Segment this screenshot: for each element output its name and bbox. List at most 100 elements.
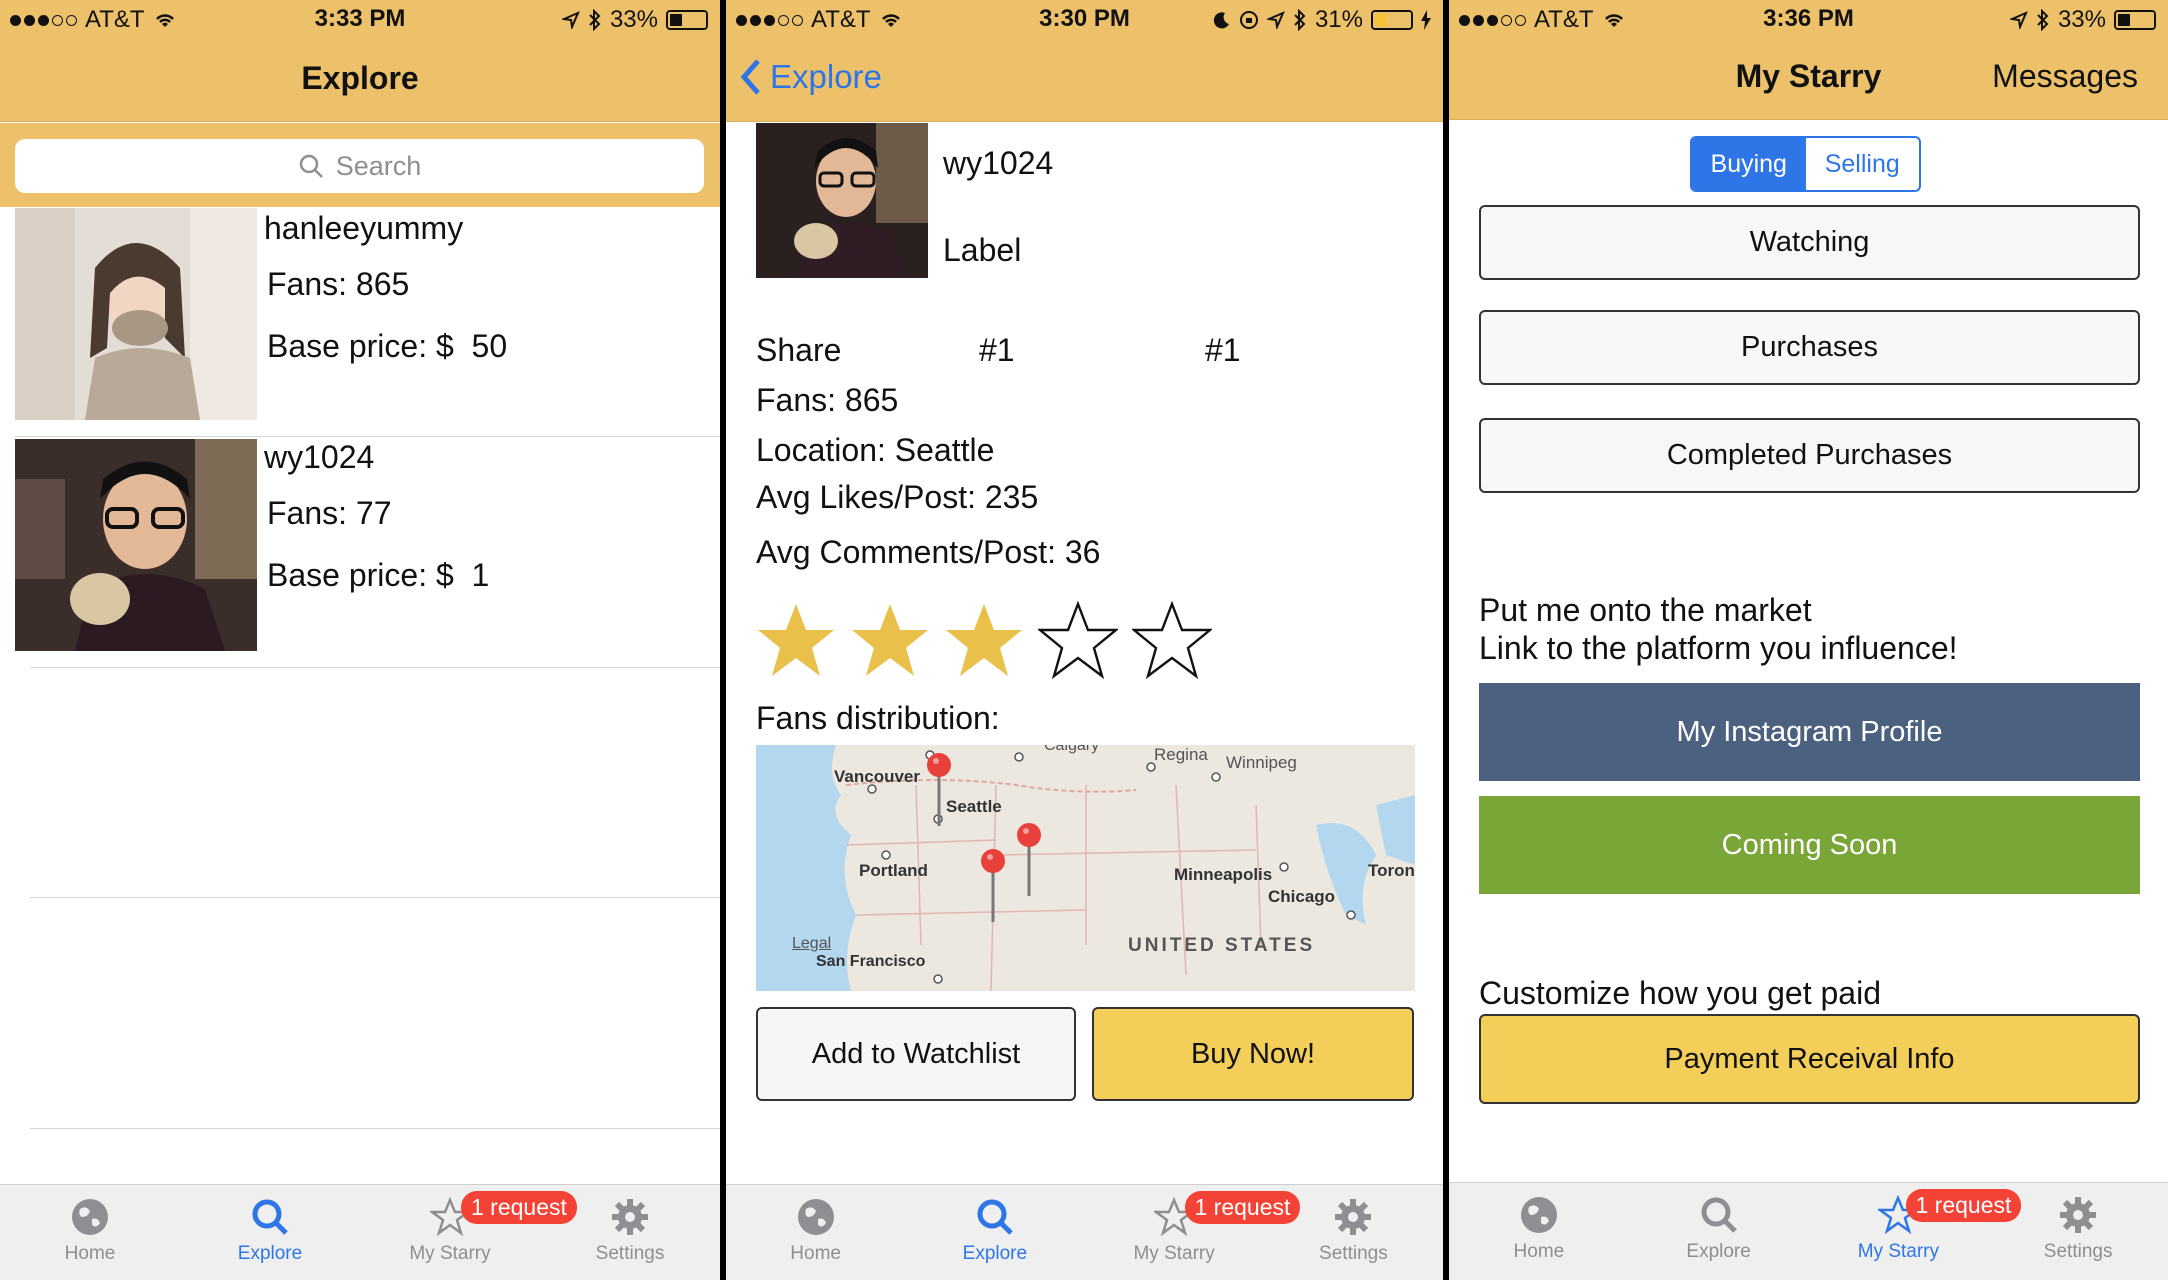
tab-home[interactable]: Home [1449, 1183, 1629, 1280]
page-title: Explore [301, 60, 419, 96]
avg-comments: Avg Comments/Post: 36 [756, 534, 1101, 570]
search-icon [299, 154, 323, 178]
rank-value: #1 [1205, 332, 1241, 368]
moon-icon [1213, 12, 1229, 29]
profile-label: Label [943, 232, 1022, 268]
tab-settings[interactable]: Settings [1264, 1185, 1443, 1280]
tab-label: Settings [595, 1243, 665, 1264]
row-divider [30, 1128, 720, 1129]
username: wy1024 [943, 145, 1054, 181]
map-label: Vancouver [834, 767, 920, 786]
instagram-profile-button[interactable]: My Instagram Profile [1479, 683, 2140, 781]
star-filled-icon[interactable] [944, 600, 1024, 680]
row-divider [30, 897, 720, 898]
coming-soon-button[interactable]: Coming Soon [1479, 796, 2140, 894]
row-divider [30, 667, 720, 668]
purchases-button[interactable]: Purchases [1479, 310, 2140, 385]
market-heading: Put me onto the market [1479, 592, 1812, 628]
username: hanleeyummy [264, 210, 464, 246]
watching-button[interactable]: Watching [1479, 205, 2140, 280]
tab-explore[interactable]: Explore [905, 1185, 1084, 1280]
map-pin-icon [981, 849, 1005, 922]
search-icon [252, 1199, 288, 1235]
tab-settings[interactable]: Settings [540, 1185, 720, 1280]
battery-percent: 31% [1314, 6, 1363, 33]
tab-label: Explore [962, 1243, 1028, 1264]
search-placeholder: Search [335, 150, 422, 181]
messages-button[interactable]: Messages [1992, 58, 2138, 95]
map-pin-icon [927, 753, 951, 826]
tab-label: Settings [2043, 1241, 2113, 1262]
battery-percent: 33% [609, 6, 658, 33]
nav-bar: AT&T 3:36 PM 33% My Starry Messages [1449, 0, 2168, 120]
avg-likes: Avg Likes/Post: 235 [756, 479, 1039, 515]
tab-label: My Starry [1133, 1243, 1215, 1264]
map-country-label: UNITED STATES [1128, 935, 1316, 956]
star-empty-icon[interactable] [1132, 600, 1212, 680]
search-bar: Search [0, 123, 720, 207]
profile-detail-screen: AT&T 3:30 PM 31% Explore wy1024 Label Sh… [726, 0, 1443, 1280]
tab-bar: Home Explore My Starry 1 request Setting… [1449, 1182, 2168, 1280]
search-input[interactable]: Search [15, 139, 704, 193]
map-label: Minneapolis [1174, 865, 1273, 884]
tab-label: Home [1513, 1241, 1565, 1262]
star-empty-icon[interactable] [1038, 600, 1118, 680]
bluetooth-icon [2037, 9, 2049, 31]
status-bar: AT&T 3:36 PM 33% [1449, 0, 2168, 40]
tab-explore[interactable]: Explore [1629, 1183, 1809, 1280]
map-label: Portland [859, 861, 928, 880]
tab-my-starry[interactable]: My Starry 1 request [360, 1185, 577, 1280]
segment-selling[interactable]: Selling [1806, 138, 1920, 190]
buying-selling-segment: Buying Selling [1690, 136, 1921, 192]
market-subheading: Link to the platform you influence! [1479, 630, 1958, 666]
button-label: Payment Receival Info [1664, 1042, 1955, 1075]
fans-map[interactable]: Vancouver Seattle Portland San Francisco… [756, 745, 1415, 991]
globe-icon [797, 1199, 834, 1235]
payment-receival-button[interactable]: Payment Receival Info [1479, 1014, 2140, 1104]
tab-home[interactable]: Home [726, 1185, 905, 1280]
add-to-watchlist-button[interactable]: Add to Watchlist [756, 1007, 1076, 1101]
tab-settings[interactable]: Settings [1988, 1183, 2168, 1280]
base-price: Base price: $ 1 [267, 557, 490, 593]
tab-label: Home [64, 1243, 116, 1264]
bluetooth-icon [589, 9, 601, 31]
tab-label: Home [790, 1243, 841, 1264]
share-label: Share [756, 332, 842, 368]
tab-home[interactable]: Home [0, 1185, 180, 1280]
bluetooth-icon [1294, 9, 1306, 31]
tab-bar: Home Explore My Starry 1 request Setting… [726, 1184, 1443, 1280]
chevron-left-icon [740, 59, 760, 95]
location-arrow-icon [2009, 11, 2028, 29]
star-filled-icon[interactable] [756, 600, 836, 680]
star-filled-icon[interactable] [850, 600, 930, 680]
status-bar: AT&T 3:33 PM 33% [0, 0, 720, 40]
map-legal-link[interactable]: Legal [792, 935, 831, 953]
buy-now-button[interactable]: Buy Now! [1092, 1007, 1414, 1101]
gear-icon [1335, 1199, 1372, 1235]
tab-my-starry[interactable]: My Starry 1 request [1809, 1183, 2022, 1280]
charging-icon [1421, 10, 1431, 30]
my-starry-screen: AT&T 3:36 PM 33% My Starry Messages Buyi… [1449, 0, 2168, 1280]
list-item[interactable]: wy1024 Fans: 77 Base price: $ 1 [0, 437, 720, 667]
map-label: Chicago [1268, 887, 1336, 906]
fans-distribution-label: Fans distribution: [756, 700, 1000, 736]
fans-count: Fans: 865 [267, 266, 410, 302]
profile-photo [15, 208, 257, 420]
button-label: Add to Watchlist [811, 1037, 1021, 1070]
list-item[interactable]: hanleeyummy Fans: 865 Base price: $ 50 [0, 208, 720, 436]
customize-payment-label: Customize how you get paid [1479, 975, 1881, 1011]
fans-count: Fans: 77 [267, 495, 392, 531]
completed-purchases-button[interactable]: Completed Purchases [1479, 418, 2140, 493]
fans-count: Fans: 865 [756, 382, 899, 418]
segment-buying[interactable]: Buying [1692, 138, 1806, 190]
tab-label: Settings [1319, 1243, 1388, 1264]
tab-explore[interactable]: Explore [180, 1185, 360, 1280]
battery-icon [1371, 10, 1413, 30]
back-button[interactable]: Explore [740, 58, 882, 96]
tab-my-starry[interactable]: My Starry 1 request [1085, 1185, 1301, 1280]
status-bar: AT&T 3:30 PM 31% [726, 0, 1443, 40]
rank-value: #1 [979, 332, 1015, 368]
tab-bar: Home Explore My Starry 1 request Setting… [0, 1184, 720, 1280]
map-label: San Francisco [816, 953, 926, 970]
battery-percent: 33% [2057, 6, 2106, 33]
